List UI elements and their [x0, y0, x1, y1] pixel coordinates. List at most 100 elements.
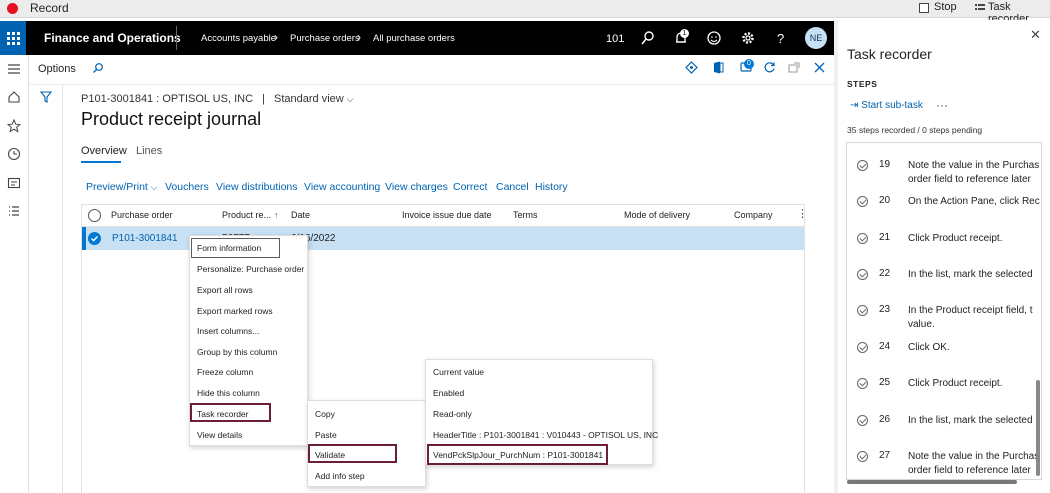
menu-item-form-information[interactable]: Form information	[197, 243, 261, 253]
column-header-date[interactable]: Date	[291, 210, 310, 220]
menu-item-group-by-column[interactable]: Group by this column	[197, 347, 277, 357]
list-item[interactable]: 25 Click Product receipt.	[847, 369, 1041, 405]
app-launcher-icon[interactable]	[0, 21, 26, 55]
view-accounting-button[interactable]: View accounting	[304, 181, 380, 193]
preview-print-button[interactable]: Preview/Print ⌵	[86, 181, 158, 193]
cell-purchase-order[interactable]: P101-3001841	[112, 233, 178, 244]
menu-item-read-only[interactable]: Read-only	[433, 409, 472, 419]
menu-item-header-title[interactable]: HeaderTitle : P101-3001841 : V010443 - O…	[433, 430, 658, 440]
step-count: 35 steps recorded / 0 steps pending	[847, 125, 983, 135]
record-id: P101-3001841 : OPTISOL US, INC	[81, 93, 254, 105]
close-icon[interactable]: ✕	[1030, 27, 1041, 43]
row-checkbox[interactable]	[88, 232, 101, 245]
select-all-checkbox[interactable]	[88, 209, 101, 222]
tab-lines[interactable]: Lines	[136, 145, 162, 157]
highlight-box	[190, 403, 271, 422]
view-distributions-button[interactable]: View distributions	[216, 181, 298, 193]
star-icon[interactable]	[7, 119, 21, 133]
list-item[interactable]: 27 Note the value in the Purchas order fie…	[847, 442, 1041, 478]
check-circle-icon	[857, 233, 868, 244]
smiley-icon[interactable]	[706, 30, 722, 46]
highlight-box	[427, 444, 608, 465]
menu-item-paste[interactable]: Paste	[315, 430, 337, 440]
menu-item-copy[interactable]: Copy	[315, 409, 335, 419]
menu-item-hide-column[interactable]: Hide this column	[197, 388, 260, 398]
list-item[interactable]: 22 In the list, mark the selected	[847, 260, 1041, 296]
gear-icon[interactable]	[740, 30, 756, 46]
start-subtask-button[interactable]: ⇥ Start sub-task	[850, 100, 923, 111]
avatar[interactable]: NE	[805, 27, 827, 49]
divider	[62, 85, 63, 493]
chevron-down-icon: ⌵	[150, 182, 158, 192]
list-item[interactable]: 23 In the Product receipt field, t value.	[847, 296, 1041, 332]
column-header-purchase-order[interactable]: Purchase order	[111, 210, 173, 220]
column-header-company[interactable]: Company	[734, 210, 773, 220]
filter-icon[interactable]	[40, 91, 52, 103]
subtask-icon: ⇥	[850, 100, 859, 111]
clock-icon[interactable]	[7, 147, 21, 161]
help-icon[interactable]: ?	[777, 31, 784, 46]
menu-item-personalize[interactable]: Personalize: Purchase order	[197, 264, 304, 274]
menu-item-export-all-rows[interactable]: Export all rows	[197, 285, 253, 295]
menu-item-export-marked-rows[interactable]: Export marked rows	[197, 306, 273, 316]
selected-row-marker	[82, 227, 86, 250]
tab-overview[interactable]: Overview	[81, 145, 127, 157]
column-header-product-receipt[interactable]: Product re...	[222, 210, 271, 220]
options-tab[interactable]: Options	[38, 63, 76, 75]
more-options-icon[interactable]: ⋮	[797, 207, 808, 220]
correct-button[interactable]: Correct	[453, 181, 487, 193]
record-caption: P101-3001841 : OPTISOL US, INC | Standar…	[81, 93, 354, 105]
stop-checkbox-icon[interactable]	[919, 3, 929, 13]
open-new-window-icon[interactable]	[788, 62, 800, 74]
divider	[176, 26, 177, 50]
page-title: Product receipt journal	[81, 109, 262, 129]
menu-item-add-info-step[interactable]: Add info step	[315, 471, 365, 481]
diamond-icon[interactable]	[685, 61, 698, 74]
history-button[interactable]: History	[535, 181, 568, 193]
record-title: Record	[30, 1, 69, 15]
more-options-icon[interactable]: ···	[936, 98, 948, 112]
separator: |	[262, 93, 265, 105]
list-item[interactable]: 19 Note the value in the Purchas order fie…	[847, 151, 1041, 187]
breadcrumb-all-purchase-orders[interactable]: All purchase orders	[373, 33, 455, 44]
chevron-down-icon[interactable]: ⌵	[347, 94, 354, 104]
highlight-box	[308, 444, 397, 463]
list-item[interactable]: 24 Click OK.	[847, 333, 1041, 369]
vouchers-button[interactable]: Vouchers	[165, 181, 209, 193]
column-header-terms[interactable]: Terms	[513, 210, 538, 220]
vertical-scrollbar[interactable]	[1036, 380, 1040, 476]
menu-item-insert-columns[interactable]: Insert columns...	[197, 326, 259, 336]
cancel-button[interactable]: Cancel	[496, 181, 529, 193]
notification-badge: 1	[680, 29, 689, 38]
refresh-icon[interactable]	[763, 61, 776, 74]
search-icon[interactable]	[92, 62, 104, 74]
menu-item-view-details[interactable]: View details	[197, 430, 242, 440]
horizontal-scrollbar[interactable]	[847, 480, 1017, 484]
stop-button[interactable]: Stop	[934, 1, 957, 13]
column-header-invoice-due-date[interactable]: Invoice issue due date	[402, 210, 492, 220]
home-icon[interactable]	[7, 90, 21, 104]
menu-item-enabled[interactable]: Enabled	[433, 388, 464, 398]
menu-item-freeze-column[interactable]: Freeze column	[197, 367, 253, 377]
close-icon[interactable]	[814, 62, 825, 73]
workspace-icon[interactable]	[7, 176, 21, 190]
list-item[interactable]: 21 Click Product receipt.	[847, 224, 1041, 260]
office-icon[interactable]	[712, 61, 724, 74]
check-circle-icon	[857, 160, 868, 171]
company-picker[interactable]: 101	[606, 33, 624, 45]
app-name[interactable]: Finance and Operations	[44, 31, 181, 45]
breadcrumb-purchase-orders[interactable]: Purchase orders	[290, 33, 360, 44]
list-item[interactable]: 26 In the list, mark the selected	[847, 406, 1041, 442]
column-header-mode-of-delivery[interactable]: Mode of delivery	[624, 210, 690, 220]
list-item[interactable]: 20 On the Action Pane, click Rec	[847, 187, 1041, 223]
breadcrumb-accounts-payable[interactable]: Accounts payable	[201, 33, 276, 44]
modules-list-icon[interactable]	[7, 204, 21, 218]
steps-heading: STEPS	[847, 79, 878, 89]
view-charges-button[interactable]: View charges	[385, 181, 448, 193]
hamburger-icon[interactable]	[7, 62, 21, 76]
view-selector[interactable]: Standard view	[274, 93, 344, 105]
search-icon[interactable]	[640, 30, 656, 46]
menu-item-current-value[interactable]: Current value	[433, 367, 484, 377]
task-recorder-icon[interactable]	[975, 3, 985, 13]
steps-list: 19 Note the value in the Purchas order fie…	[846, 142, 1042, 480]
